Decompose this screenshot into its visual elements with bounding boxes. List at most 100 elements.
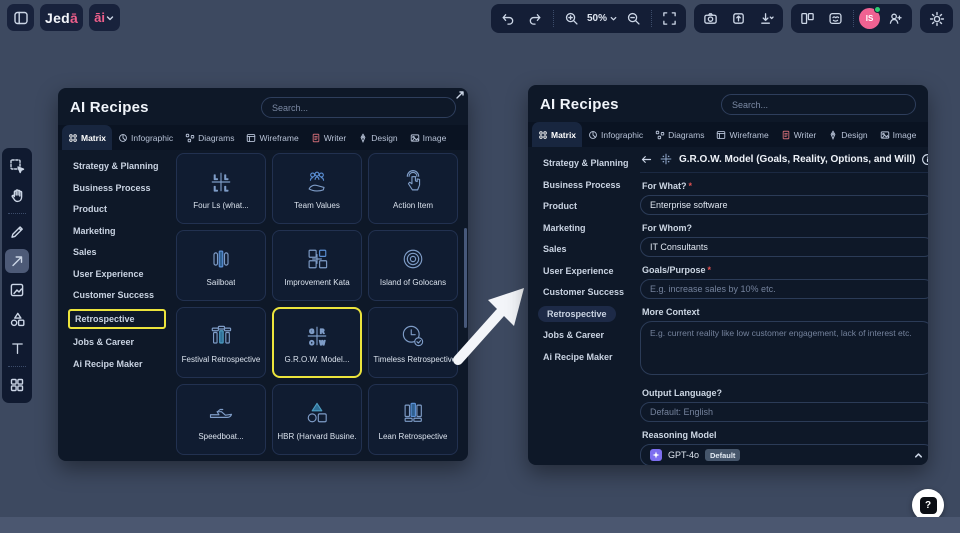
picker-body: Strategy & Planning Business Process Pro… <box>58 150 468 461</box>
settings-button[interactable] <box>924 7 949 30</box>
form-category-list: Strategy & Planning Business Process Pro… <box>528 147 632 465</box>
category-marketing[interactable]: Marketing <box>538 220 591 236</box>
tab-wireframe[interactable]: Wireframe <box>240 125 304 150</box>
goals-purpose-input[interactable] <box>640 279 928 299</box>
recipe-card-improvement-kata[interactable]: Improvement Kata <box>272 230 362 301</box>
category-retrospective-selected[interactable]: Retrospective <box>538 305 616 322</box>
category-product[interactable]: Product <box>68 201 112 217</box>
tab-writer[interactable]: Writer <box>775 122 823 147</box>
share-export-button[interactable] <box>726 7 751 30</box>
category-user-experience[interactable]: User Experience <box>538 263 619 279</box>
tab-diagrams[interactable]: Diagrams <box>649 122 710 147</box>
invite-user-button[interactable] <box>883 7 908 30</box>
back-arrow-icon[interactable] <box>640 153 653 166</box>
recipe-card-grow-model-highlighted[interactable]: GROW G.R.O.W. Model... <box>272 307 362 378</box>
tab-infographic[interactable]: Infographic <box>112 125 179 150</box>
tab-image[interactable]: Image <box>404 125 453 150</box>
canvas-bottom-edge <box>0 517 960 533</box>
category-ai-recipe-maker[interactable]: Ai Recipe Maker <box>538 349 618 365</box>
ai-brain-button[interactable] <box>823 7 848 30</box>
download-menu-button[interactable] <box>754 7 779 30</box>
select-tool-button[interactable] <box>5 154 29 178</box>
recipe-card-team-values[interactable]: Team Values <box>272 153 362 224</box>
arrow-tool-button[interactable] <box>5 249 29 273</box>
tab-wireframe[interactable]: Wireframe <box>710 122 774 147</box>
screenshot-camera-button[interactable] <box>698 7 723 30</box>
tab-matrix[interactable]: Matrix <box>62 125 113 150</box>
tab-matrix[interactable]: Matrix <box>532 122 583 147</box>
templates-grid-tool-button[interactable] <box>5 373 29 397</box>
resize-handle-icon[interactable] <box>456 91 464 99</box>
annotation-arrow[interactable] <box>448 280 532 370</box>
category-strategy-planning[interactable]: Strategy & Planning <box>538 155 634 171</box>
category-product[interactable]: Product <box>538 198 582 214</box>
svg-text:G: G <box>309 328 314 335</box>
text-tool-button[interactable] <box>5 336 29 360</box>
sidebar-toggle-button[interactable] <box>7 4 34 31</box>
recipe-card-sailboat[interactable]: Sailboat <box>176 230 266 301</box>
output-language-input[interactable] <box>640 402 928 422</box>
undo-button[interactable] <box>495 7 520 30</box>
recipe-card-speedboat[interactable]: Speedboat... <box>176 384 266 455</box>
recipes-search-input[interactable] <box>261 97 456 118</box>
svg-text:L: L <box>224 185 228 192</box>
tab-image[interactable]: Image <box>874 122 923 147</box>
category-business-process[interactable]: Business Process <box>538 177 626 193</box>
redo-button[interactable] <box>523 7 548 30</box>
jeda-logo-button[interactable]: Jedā <box>40 4 84 31</box>
zoom-out-button[interactable] <box>621 7 646 30</box>
category-retrospective-highlighted[interactable]: Retrospective <box>68 308 166 329</box>
category-sales[interactable]: Sales <box>68 244 102 260</box>
category-customer-success[interactable]: Customer Success <box>68 287 159 303</box>
for-what-label: For What? * <box>642 181 693 191</box>
collab-group: IS <box>791 4 912 33</box>
category-sales[interactable]: Sales <box>538 241 572 257</box>
svg-text:O: O <box>309 339 314 346</box>
frame-image-tool-button[interactable] <box>5 278 29 302</box>
recipe-card-island-of-golocans[interactable]: Island of Golocans <box>368 230 458 301</box>
category-jobs-career[interactable]: Jobs & Career <box>538 327 609 343</box>
tab-design[interactable]: Design <box>822 122 873 147</box>
online-status-dot <box>874 6 881 13</box>
category-marketing[interactable]: Marketing <box>68 223 121 239</box>
shapes-tool-button[interactable] <box>5 307 29 331</box>
for-whom-input[interactable] <box>640 237 928 257</box>
category-customer-success[interactable]: Customer Success <box>538 284 629 300</box>
topbar-left: Jedā āi <box>7 4 120 31</box>
logo-text: Jedā <box>45 9 79 26</box>
zoom-in-button[interactable] <box>559 7 584 30</box>
speedboat-icon <box>207 399 235 427</box>
ai-menu-button[interactable]: āi <box>89 4 120 31</box>
recipe-card-action-item[interactable]: Action Item <box>368 153 458 224</box>
category-user-experience[interactable]: User Experience <box>68 266 149 282</box>
tab-design[interactable]: Design <box>352 125 403 150</box>
recipe-card-hbr[interactable]: HBR (Harvard Busine... <box>272 384 362 455</box>
category-jobs-career[interactable]: Jobs & Career <box>68 334 139 350</box>
category-strategy-planning[interactable]: Strategy & Planning <box>68 158 164 174</box>
tab-writer[interactable]: Writer <box>305 125 353 150</box>
category-ai-recipe-maker[interactable]: Ai Recipe Maker <box>68 356 148 372</box>
recipe-card-lean-retrospective[interactable]: Lean Retrospective <box>368 384 458 455</box>
pencil-tool-button[interactable] <box>5 220 29 244</box>
info-icon[interactable] <box>921 153 928 166</box>
zoom-level-dropdown[interactable]: 50% <box>587 13 618 24</box>
fullscreen-button[interactable] <box>657 7 682 30</box>
recipe-card-four-ls[interactable]: LLLL Four Ls (what... <box>176 153 266 224</box>
panel-left-icon <box>13 10 29 26</box>
for-what-input[interactable] <box>640 195 928 215</box>
recipes-search-input[interactable] <box>721 94 916 115</box>
required-mark: * <box>688 181 693 191</box>
default-badge: Default <box>705 449 741 461</box>
tab-infographic[interactable]: Infographic <box>582 122 649 147</box>
layout-panels-button[interactable] <box>795 7 820 30</box>
output-language-label: Output Language? <box>642 388 722 398</box>
recipe-card-timeless-retrospective[interactable]: Timeless Retrospective <box>368 307 458 378</box>
user-avatar[interactable]: IS <box>859 6 881 29</box>
chevron-up-icon <box>913 450 924 461</box>
hand-tool-button[interactable] <box>5 183 29 207</box>
tab-diagrams[interactable]: Diagrams <box>179 125 240 150</box>
category-business-process[interactable]: Business Process <box>68 180 156 196</box>
reasoning-model-select[interactable]: GPT-4o Default <box>640 444 928 465</box>
recipe-card-festival-retrospective[interactable]: Festival Retrospective <box>176 307 266 378</box>
more-context-textarea[interactable] <box>640 321 928 375</box>
